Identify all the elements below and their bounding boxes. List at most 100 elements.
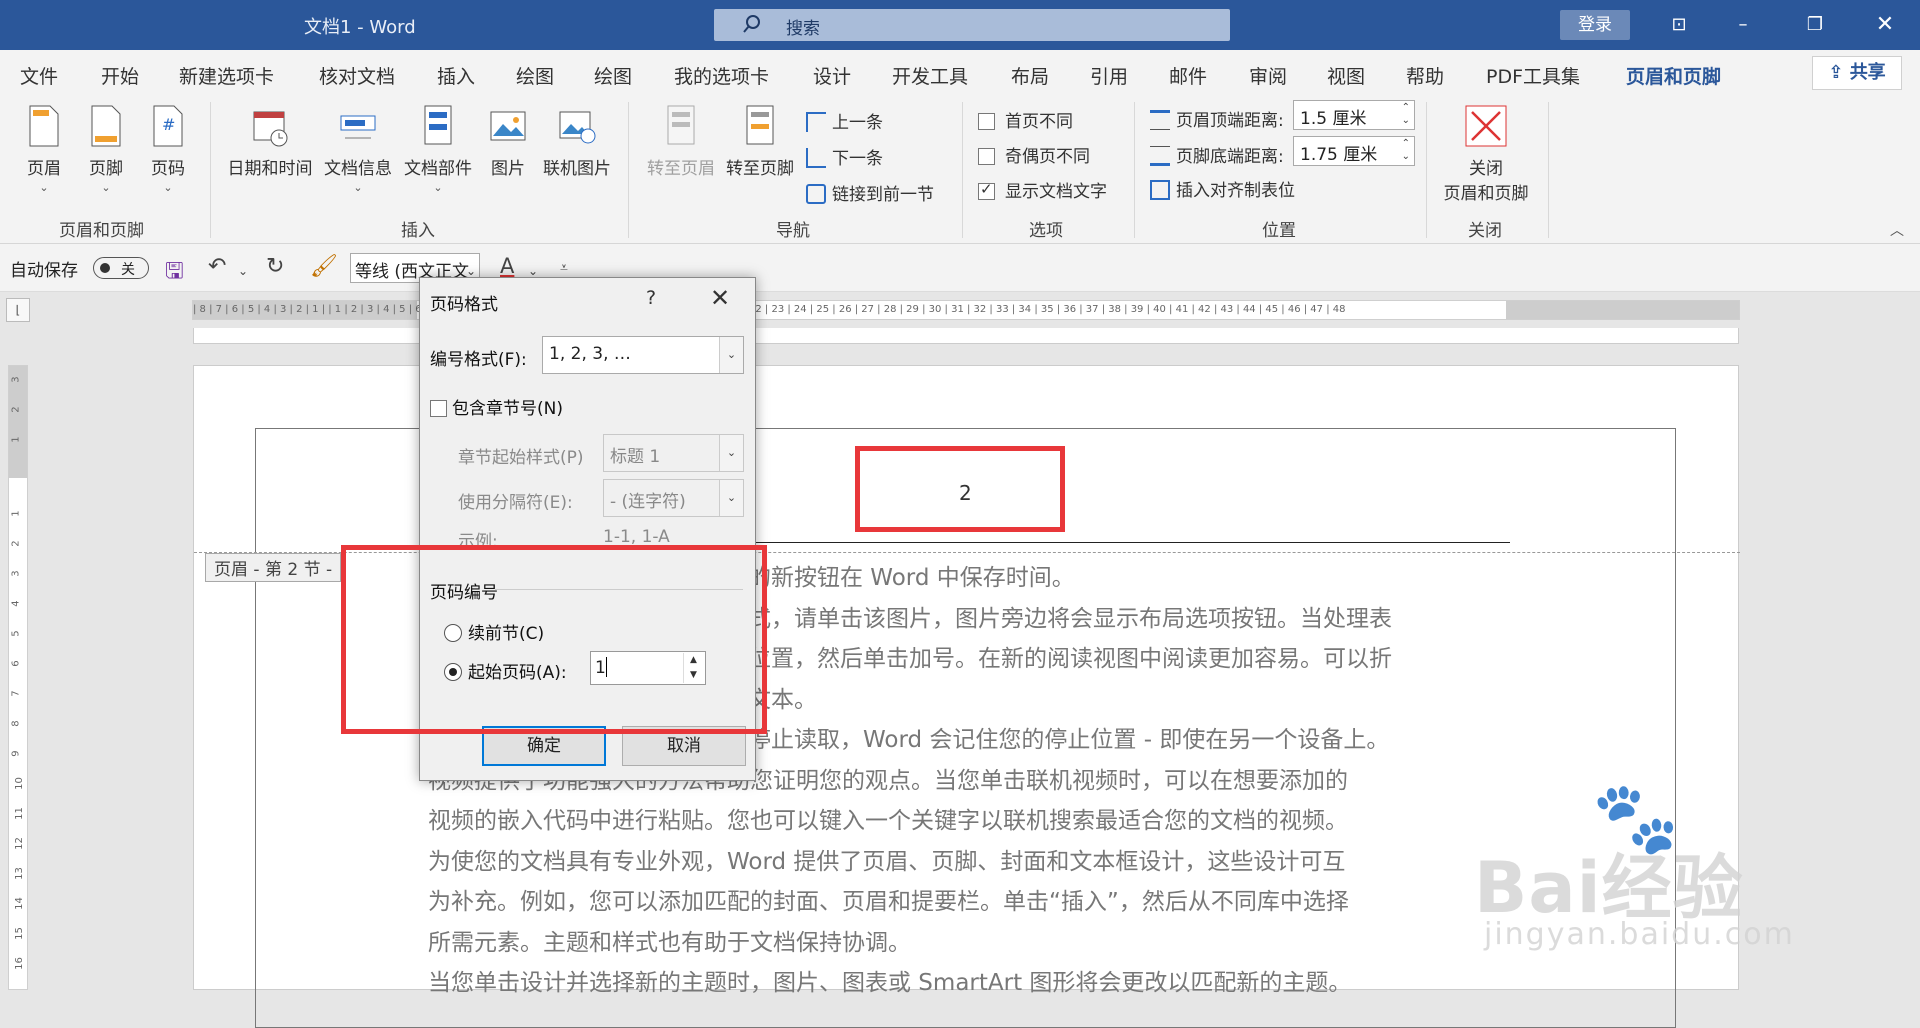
ruler-area: ⌊ | 8 | 7 | 6 | 5 | 4 | 3 | 2 | 1 | | 1 … (0, 292, 1920, 328)
first-page-different-checkbox[interactable]: 首页不同 (978, 107, 1073, 132)
paragraph-line: 为补充。例如，您可以添加匹配的封面、页眉和提要栏。单击“插入”，然后从不同库中选… (428, 889, 1349, 915)
tab-header-footer[interactable]: 页眉和页脚 (1626, 62, 1722, 99)
tab-home[interactable]: 开始 (101, 62, 139, 89)
vertical-ruler[interactable]: 3 2 1 1 2 3 4 5 6 7 8 9 10 11 12 13 14 1… (8, 365, 28, 990)
restore-icon[interactable]: ❐ (1802, 12, 1828, 38)
tab-draw[interactable]: 绘图 (516, 62, 554, 89)
font-color-icon[interactable]: A (500, 254, 514, 278)
quick-parts-button[interactable]: 文档部件 ⌄ (401, 104, 475, 194)
tab-pdf-tools[interactable]: PDF工具集 (1486, 62, 1580, 89)
tab-review-doc[interactable]: 核对文档 (319, 62, 395, 89)
chevron-down-icon[interactable]: ⌄ (719, 480, 743, 516)
insert-alignment-tab-button[interactable]: 插入对齐制表位 (1150, 176, 1295, 201)
tab-developer[interactable]: 开发工具 (892, 62, 968, 89)
insert-alignment-tab-label: 插入对齐制表位 (1176, 181, 1295, 201)
footer-bottom-distance-input[interactable]: 1.75 厘米 ⌃ ⌄ (1293, 136, 1415, 166)
close-header-footer-label-1: 关闭 (1469, 159, 1503, 179)
goto-footer-button[interactable]: 转至页脚 (722, 104, 798, 179)
autosave-toggle[interactable]: 关 (93, 257, 149, 279)
svg-text:#: # (162, 115, 175, 134)
tab-view[interactable]: 视图 (1327, 62, 1365, 89)
spin-up-down-icon[interactable]: ⌃ ⌄ (1402, 101, 1410, 127)
checkbox[interactable] (978, 148, 995, 165)
chapter-style-select[interactable]: 标题 1 ⌄ (603, 434, 744, 472)
ruler-margin-top (9, 366, 27, 478)
number-format-label: 编号格式(F): (430, 350, 527, 370)
collapse-ribbon-icon[interactable]: ︿ (1890, 220, 1904, 240)
tab-help[interactable]: 帮助 (1406, 62, 1444, 89)
checkbox-checked[interactable] (978, 180, 995, 200)
tab-layout[interactable]: 布局 (1011, 62, 1049, 89)
online-picture-button[interactable]: 联机图片 (540, 104, 614, 179)
chapter-style-value: 标题 1 (610, 447, 661, 467)
tab-mailings[interactable]: 邮件 (1169, 62, 1207, 89)
chevron-down-icon: ⌄ (39, 181, 49, 194)
checkbox[interactable] (430, 400, 447, 417)
undo-icon[interactable]: ↶ (208, 254, 226, 279)
font-color-dropdown-icon[interactable]: ⌄ (528, 264, 538, 278)
chevron-down-icon[interactable]: ⌄ (719, 435, 743, 471)
previous-icon (806, 112, 826, 132)
tab-file[interactable]: 文件 (20, 62, 58, 89)
login-button[interactable]: 登录 (1560, 10, 1630, 40)
previous-button[interactable]: 上一条 (806, 108, 883, 133)
format-painter-icon[interactable]: 🖌 (310, 254, 338, 279)
number-format-select[interactable]: 1, 2, 3, … ⌄ (542, 336, 744, 374)
close-header-footer-button[interactable]: 关闭 页眉和页脚 (1438, 104, 1534, 204)
tab-my-tab[interactable]: 我的选项卡 (674, 62, 769, 89)
header-top-distance-input[interactable]: 1.5 厘米 ⌃ ⌄ (1293, 100, 1415, 130)
ribbon: 页眉 ⌄ 页脚 ⌄ # 页码 ⌄ 页眉和页脚 日期和时间 文档信息 ⌄ 文档部件… (0, 96, 1920, 244)
help-icon[interactable]: ? (646, 287, 656, 309)
tab-references[interactable]: 引用 (1090, 62, 1128, 89)
spin-up-down-icon[interactable]: ⌃ ⌄ (1402, 137, 1410, 163)
close-icon[interactable]: ✕ (710, 284, 730, 312)
font-dropdown-icon[interactable]: ⌄ (466, 264, 476, 278)
include-chapter-checkbox[interactable]: 包含章节号(N) (430, 394, 563, 419)
ruler-v-label: 2 (10, 540, 22, 547)
undo-dropdown-icon[interactable]: ⌄ (238, 264, 248, 278)
tab-draw-2[interactable]: 绘图 (594, 62, 632, 89)
ruler-margin-right (1506, 301, 1739, 319)
footer-bottom-distance-text: 页脚底端距离: (1176, 147, 1284, 167)
date-time-button[interactable]: 日期和时间 (224, 104, 316, 179)
next-button[interactable]: 下一条 (806, 144, 883, 169)
footer-button[interactable]: 页脚 ⌄ (84, 104, 128, 194)
show-document-text-checkbox[interactable]: 显示文档文字 (978, 177, 1107, 202)
separator-select[interactable]: - (连字符) ⌄ (603, 479, 744, 517)
checkbox[interactable] (978, 113, 995, 130)
close-header-footer-label-2: 页眉和页脚 (1443, 184, 1529, 204)
next-icon (806, 148, 826, 168)
chevron-down-icon[interactable]: ⌄ (719, 337, 743, 373)
ribbon-display-icon[interactable]: ⊡ (1666, 12, 1692, 38)
save-icon[interactable]: 🖫 (165, 254, 184, 292)
page-number-button[interactable]: # 页码 ⌄ (146, 104, 190, 194)
baidu-jingyan-watermark: 🐾 Bai经验 jingyan.baidu.com (1474, 777, 1793, 957)
tab-insert[interactable]: 插入 (437, 62, 475, 89)
odd-even-different-checkbox[interactable]: 奇偶页不同 (978, 142, 1090, 167)
document-title: 文档1 - Word (304, 17, 416, 38)
tab-design[interactable]: 设计 (813, 62, 851, 89)
quick-parts-label: 文档部件 (404, 159, 472, 179)
tab-selector-icon[interactable]: ⌊ (6, 298, 30, 322)
ruler-v-label: 2 (10, 406, 22, 413)
minimize-icon[interactable]: – (1730, 12, 1756, 38)
close-window-icon[interactable]: ✕ (1872, 12, 1898, 38)
search-box[interactable]: 搜索 (714, 9, 1230, 41)
group-separator (628, 102, 629, 238)
ruler-v-label: 3 (10, 570, 22, 577)
goto-header-button[interactable]: 转至页眉 (643, 104, 719, 179)
picture-button[interactable]: 图片 (486, 104, 530, 179)
link-to-previous-button[interactable]: 链接到前一节 (806, 180, 934, 205)
tab-review[interactable]: 审阅 (1249, 62, 1287, 89)
tab-new-tab[interactable]: 新建选项卡 (179, 62, 274, 89)
paragraph-line: 所需元素。主题和样式也有助于文档保持协调。 (428, 929, 911, 956)
customize-qat-icon[interactable]: ⩡ (560, 260, 568, 276)
share-button[interactable]: ⇪ 共享 (1812, 56, 1902, 90)
ruler-v-label: 12 (13, 837, 25, 850)
goto-footer-icon (746, 105, 774, 145)
header-button[interactable]: 页眉 ⌄ (22, 104, 66, 194)
highlight-box-page-numbering (341, 545, 767, 734)
doc-info-button[interactable]: 文档信息 ⌄ (321, 104, 395, 194)
ruler-v-label: 5 (10, 630, 22, 637)
redo-icon[interactable]: ↻ (266, 254, 284, 279)
